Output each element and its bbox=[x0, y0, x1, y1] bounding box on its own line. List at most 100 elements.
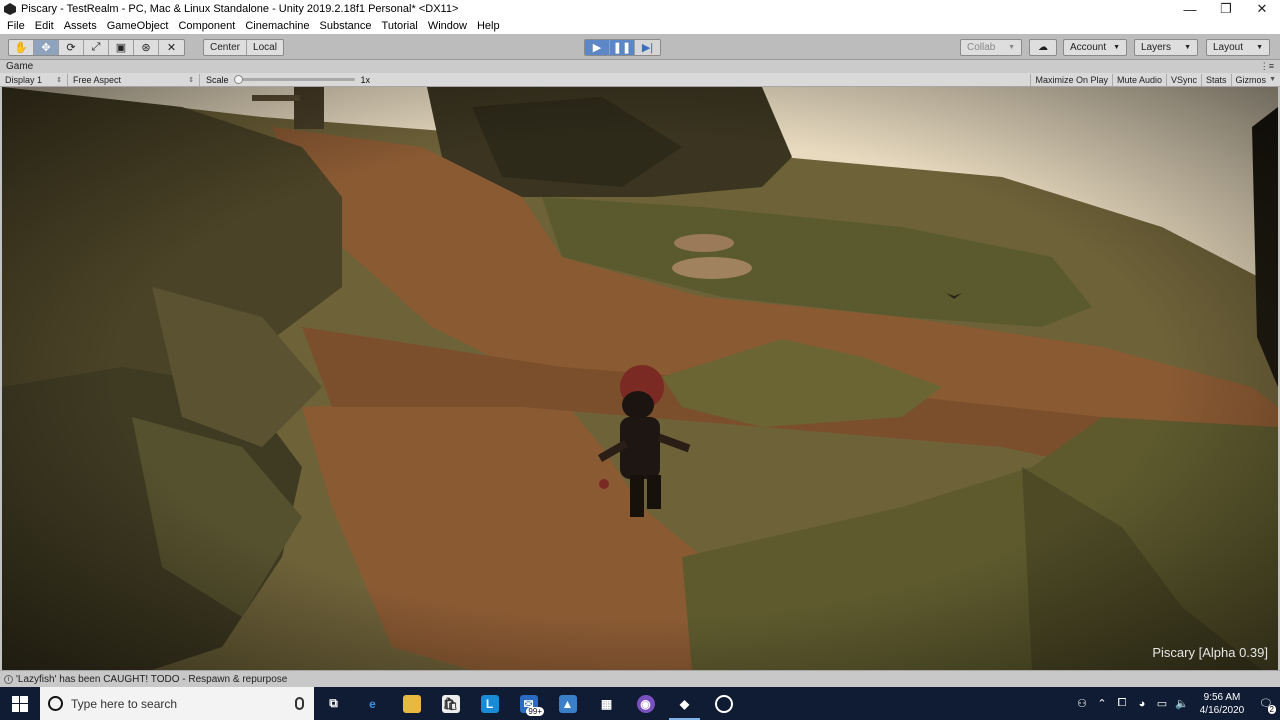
taskbar-l-app[interactable]: L bbox=[470, 687, 509, 720]
step-button[interactable]: ▶| bbox=[635, 40, 660, 55]
console-message: 'Lazyfish' has been CAUGHT! TODO - Respa… bbox=[16, 673, 288, 685]
clock-time: 9:56 AM bbox=[1203, 691, 1241, 703]
custom-tool-icon[interactable]: ✕ bbox=[159, 40, 184, 55]
menu-window[interactable]: Window bbox=[423, 20, 472, 32]
game-viewport[interactable]: Piscary [Alpha 0.39] bbox=[2, 87, 1278, 670]
mute-audio-toggle[interactable]: Mute Audio bbox=[1111, 73, 1166, 86]
taskbar-calculator[interactable]: ▦ bbox=[587, 687, 626, 720]
taskbar-clock[interactable]: 9:56 AM 4/16/2020 bbox=[1192, 691, 1252, 717]
cloud-button[interactable]: ☁ bbox=[1029, 39, 1057, 56]
pivot-local-button[interactable]: Local bbox=[247, 40, 283, 55]
l-app-icon: L bbox=[480, 694, 499, 713]
pause-button[interactable]: ❚❚ bbox=[610, 40, 635, 55]
info-icon: i bbox=[4, 674, 13, 684]
window-title: Piscary - TestRealm - PC, Mac & Linux St… bbox=[21, 3, 459, 15]
menu-tutorial[interactable]: Tutorial bbox=[377, 20, 423, 32]
taskbar-photos[interactable]: ▲ bbox=[548, 687, 587, 720]
layout-dropdown[interactable]: Layout ▼ bbox=[1206, 39, 1270, 56]
task-view-button[interactable]: ⧉ bbox=[314, 687, 353, 720]
console-status-bar[interactable]: i 'Lazyfish' has been CAUGHT! TODO - Res… bbox=[0, 670, 1280, 687]
cortana-icon bbox=[48, 696, 63, 711]
people-icon[interactable]: ⚇ bbox=[1072, 697, 1092, 710]
unity-logo-icon bbox=[4, 3, 16, 15]
search-placeholder: Type here to search bbox=[71, 696, 178, 711]
mail-badge: 99+ bbox=[526, 707, 544, 716]
stats-toggle[interactable]: Stats bbox=[1201, 73, 1231, 86]
tab-game[interactable]: Game bbox=[0, 61, 33, 72]
clock-date: 4/16/2020 bbox=[1199, 704, 1245, 716]
system-tray: ⚇ ⌃ ⧠ ◕ ▭ 🔈 9:56 AM 4/16/2020 🗨 2 bbox=[1072, 687, 1280, 720]
move-tool-icon[interactable]: ✥ bbox=[34, 40, 59, 55]
gizmos-dropdown[interactable]: Gizmos ▼ bbox=[1230, 73, 1280, 86]
action-center-button[interactable]: 🗨 2 bbox=[1252, 687, 1280, 720]
rect-tool-icon[interactable]: ▣ bbox=[109, 40, 134, 55]
menu-component[interactable]: Component bbox=[173, 20, 240, 32]
purple-app-icon: ◉ bbox=[636, 694, 655, 713]
taskbar-edge[interactable]: e bbox=[353, 687, 392, 720]
menu-file[interactable]: File bbox=[2, 20, 30, 32]
scale-slider-handle[interactable] bbox=[233, 75, 243, 84]
build-watermark: Piscary [Alpha 0.39] bbox=[1152, 645, 1268, 660]
network-icon[interactable]: ▭ bbox=[1152, 697, 1172, 710]
taskbar-obs[interactable] bbox=[704, 687, 743, 720]
vignette bbox=[2, 87, 1278, 670]
taskbar-store[interactable]: 🛍 bbox=[431, 687, 470, 720]
unity-icon: ◆ bbox=[679, 696, 690, 711]
menu-substance[interactable]: Substance bbox=[315, 20, 377, 32]
play-controls: ▶ ❚❚ ▶| bbox=[584, 39, 661, 56]
taskbar-unity[interactable]: ◆ bbox=[665, 687, 704, 720]
rotate-tool-icon[interactable]: ⟳ bbox=[59, 40, 84, 55]
transform-tools: ✋ ✥ ⟳ ⤢ ▣ ⊛ ✕ bbox=[8, 39, 185, 56]
display-dropdown[interactable]: Display 1 ⇕ bbox=[0, 73, 68, 86]
scale-slider[interactable] bbox=[233, 75, 355, 84]
menu-help[interactable]: Help bbox=[472, 20, 505, 32]
layers-dropdown[interactable]: Layers ▼ bbox=[1134, 39, 1198, 56]
menu-gameobject[interactable]: GameObject bbox=[102, 20, 174, 32]
obs-icon bbox=[714, 694, 733, 713]
taskbar-file-explorer[interactable] bbox=[392, 687, 431, 720]
photos-icon: ▲ bbox=[558, 694, 577, 713]
task-view-icon: ⧉ bbox=[329, 696, 338, 710]
collab-dropdown[interactable]: Collab ▼ bbox=[960, 39, 1022, 56]
taskbar-mail[interactable]: ✉ 99+ bbox=[509, 687, 548, 720]
gizmos-label: Gizmos bbox=[1235, 74, 1267, 85]
chevron-up-icon[interactable]: ⌃ bbox=[1092, 697, 1112, 710]
scale-tool-icon[interactable]: ⤢ bbox=[84, 40, 109, 55]
chrome-icon[interactable]: ◕ bbox=[1132, 698, 1152, 710]
minimize-button[interactable]: — bbox=[1172, 0, 1208, 18]
account-label: Account bbox=[1070, 42, 1107, 53]
taskbar-search-box[interactable]: Type here to search bbox=[40, 687, 314, 720]
chevron-down-icon: ⇕ bbox=[188, 76, 194, 84]
transform-tool-icon[interactable]: ⊛ bbox=[134, 40, 159, 55]
pivot-center-button[interactable]: Center bbox=[204, 40, 248, 55]
hand-tool-icon[interactable]: ✋ bbox=[9, 40, 34, 55]
aspect-dropdown[interactable]: Free Aspect ⇕ bbox=[68, 73, 200, 86]
close-button[interactable]: ✕ bbox=[1244, 0, 1280, 18]
calculator-icon: ▦ bbox=[600, 696, 613, 711]
layout-label: Layout bbox=[1213, 42, 1244, 53]
notification-count: 2 bbox=[1267, 705, 1276, 714]
layers-label: Layers bbox=[1141, 42, 1172, 53]
microphone-icon[interactable] bbox=[295, 697, 304, 710]
taskbar-apps: ⧉ e 🛍 L ✉ 99+ ▲ ▦ ◉ ◆ bbox=[314, 687, 743, 720]
start-button[interactable] bbox=[0, 687, 40, 720]
menu-cinemachine[interactable]: Cinemachine bbox=[240, 20, 314, 32]
display-label: Display 1 bbox=[5, 74, 43, 85]
account-dropdown[interactable]: Account ▼ bbox=[1063, 39, 1127, 56]
menu-edit[interactable]: Edit bbox=[30, 20, 59, 32]
game-view-toggles: Maximize On Play Mute Audio VSync Stats … bbox=[1030, 73, 1280, 86]
play-button[interactable]: ▶ bbox=[585, 40, 610, 55]
vsync-toggle[interactable]: VSync bbox=[1166, 73, 1201, 86]
tab-menu-icon[interactable]: ⋮≡ bbox=[1260, 61, 1274, 72]
taskbar-purple-app[interactable]: ◉ bbox=[626, 687, 665, 720]
folder-icon bbox=[402, 694, 421, 713]
chevron-down-icon: ⇕ bbox=[56, 76, 62, 84]
maximize-on-play-toggle[interactable]: Maximize On Play bbox=[1030, 73, 1112, 86]
volume-icon[interactable]: 🔈 bbox=[1172, 697, 1192, 710]
scale-control: Scale 1x bbox=[200, 75, 370, 85]
menu-assets[interactable]: Assets bbox=[59, 20, 102, 32]
tray-app-icon[interactable]: ⧠ bbox=[1112, 697, 1132, 710]
scale-label: Scale bbox=[206, 74, 229, 85]
menu-bar: File Edit Assets GameObject Component Ci… bbox=[0, 18, 1280, 34]
maximize-button[interactable]: ❐ bbox=[1208, 0, 1244, 18]
